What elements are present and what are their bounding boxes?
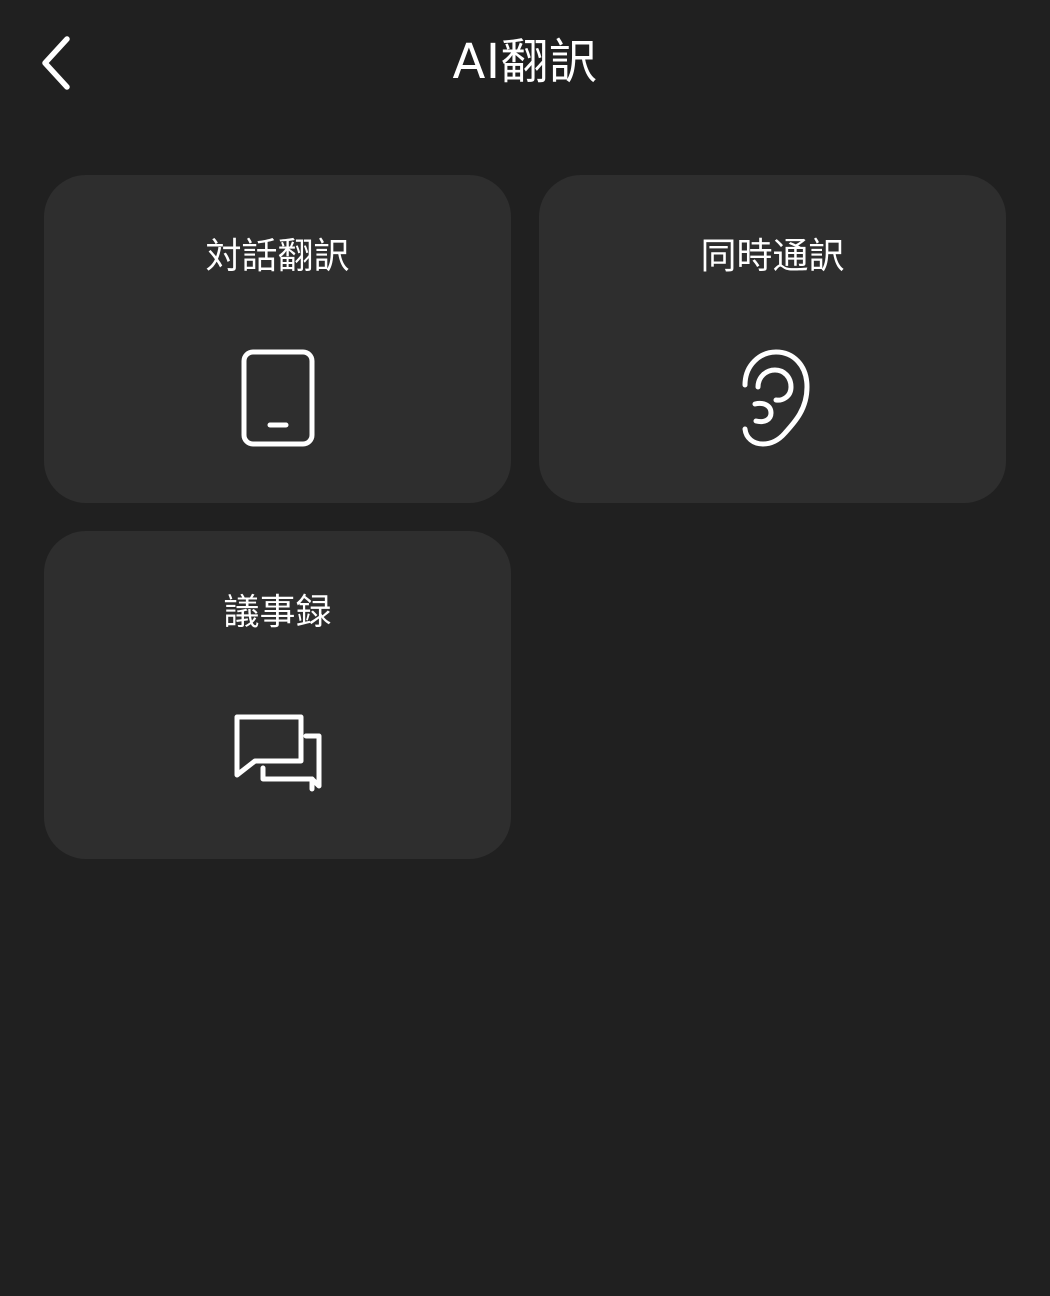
card-label: 対話翻訳 xyxy=(205,236,350,277)
meeting-minutes-card[interactable]: 議事録 xyxy=(44,531,511,859)
ear-icon xyxy=(718,343,828,453)
simultaneous-interpretation-card[interactable]: 同時通訳 xyxy=(539,175,1006,503)
chat-bubbles-icon xyxy=(223,699,333,809)
card-label: 議事録 xyxy=(223,592,332,633)
page-title: AI翻訳 xyxy=(452,34,598,90)
phone-icon xyxy=(223,343,333,453)
conversation-translation-card[interactable]: 対話翻訳 xyxy=(44,175,511,503)
top-bar: AI翻訳 xyxy=(0,0,1050,125)
card-label: 同時通訳 xyxy=(700,236,845,277)
